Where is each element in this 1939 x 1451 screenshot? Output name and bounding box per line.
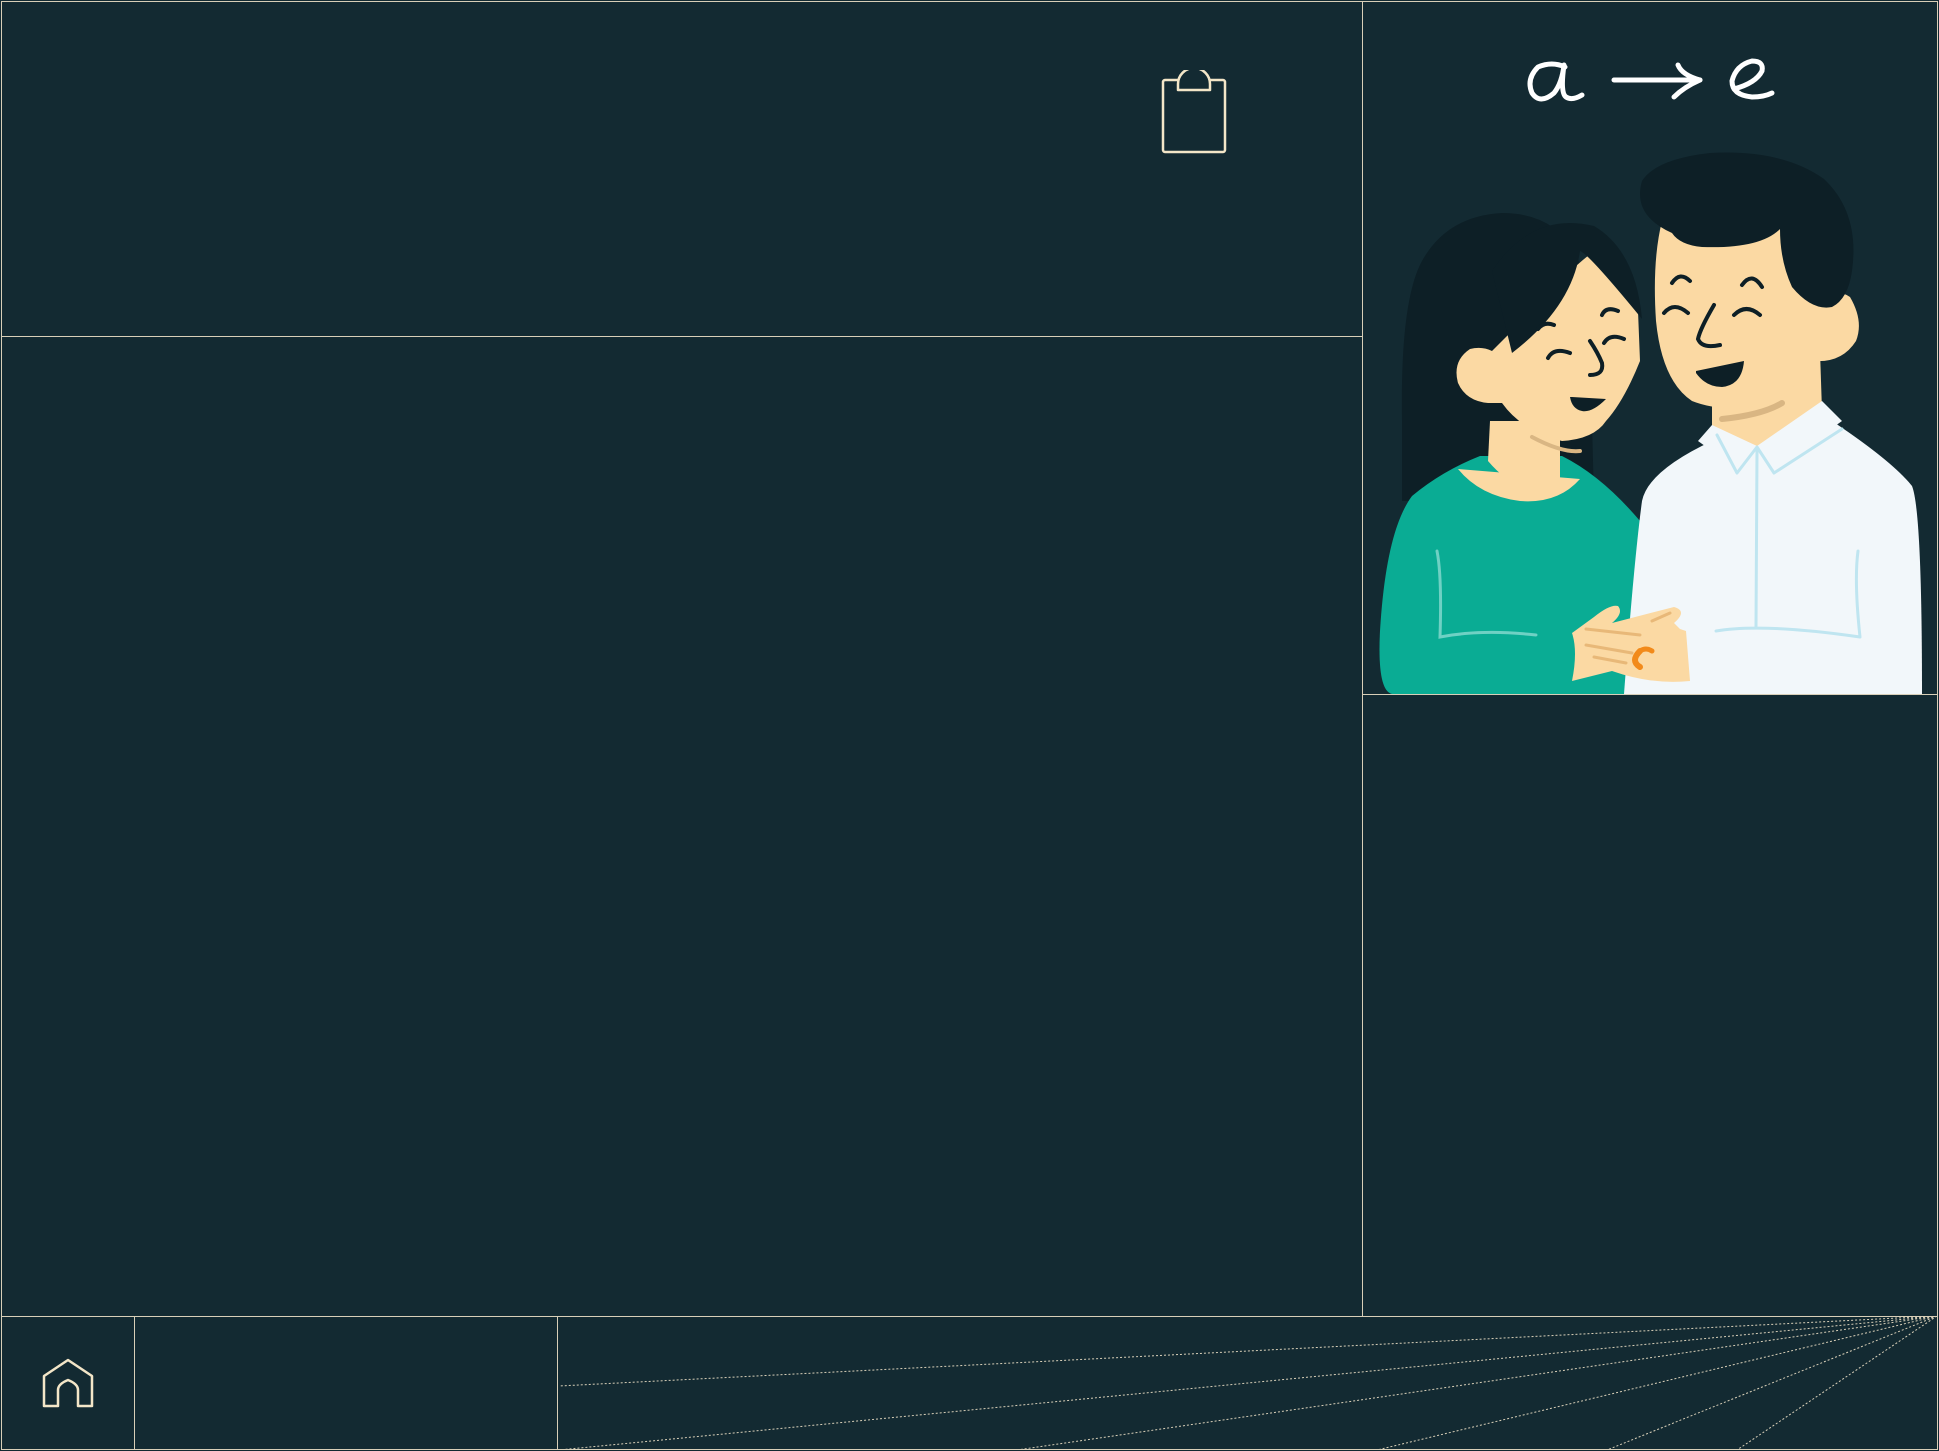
footer-decoration-lines [558,1316,1938,1450]
right-lower-panel [1362,694,1938,1317]
couple-illustration [1379,58,1922,694]
clipboard-icon[interactable] [1160,70,1228,156]
formula-header [1527,58,1775,102]
app-window [0,0,1939,1451]
main-content-panel [1,336,1363,1317]
home-icon[interactable] [38,1352,98,1412]
footer-middle-cell [134,1316,558,1450]
top-toolbar-panel [1,1,1363,337]
